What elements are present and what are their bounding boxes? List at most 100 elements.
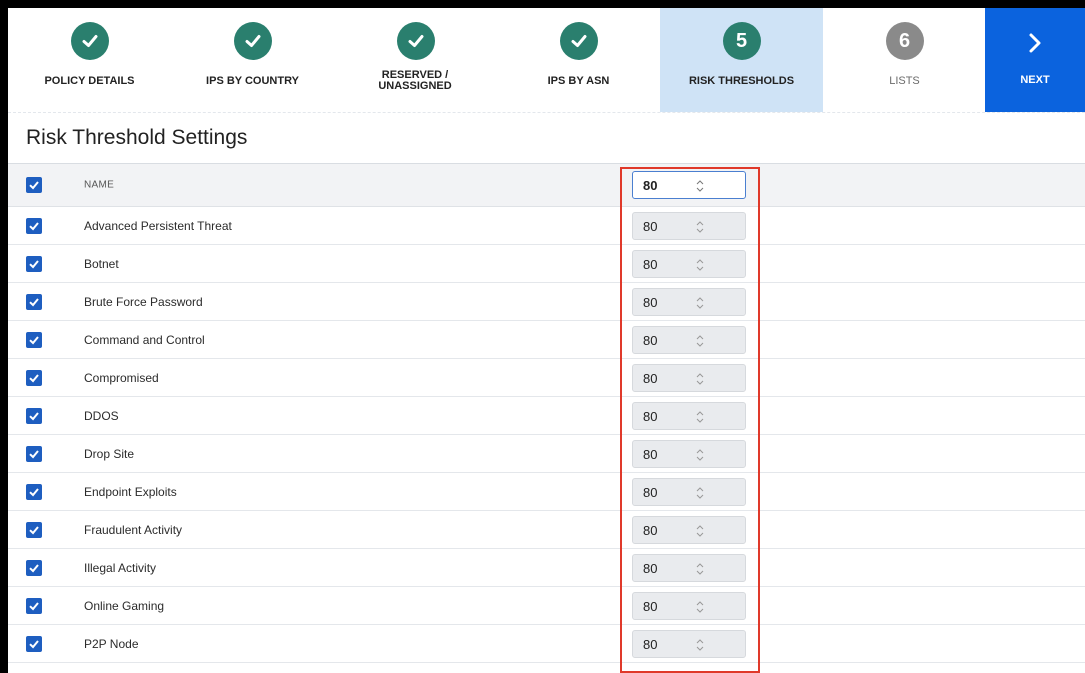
up-down-arrows-icon[interactable]	[695, 486, 705, 500]
chevron-right-icon	[1029, 33, 1041, 53]
up-down-arrows-icon[interactable]	[695, 334, 705, 348]
step-risk-thresholds[interactable]: 5 RISK THRESHOLDS	[660, 8, 823, 112]
threshold-stepper[interactable]: 80	[632, 287, 746, 316]
row-checkbox[interactable]	[26, 369, 42, 386]
up-down-arrows-icon[interactable]	[695, 258, 705, 272]
threshold-value: 80	[643, 560, 658, 576]
row-checkbox[interactable]	[26, 445, 42, 462]
threshold-stepper[interactable]: 80	[632, 629, 746, 658]
threshold-stepper[interactable]: 80	[632, 439, 746, 468]
check-icon	[29, 181, 39, 190]
table-row: Endpoint Exploits 80	[8, 473, 1085, 511]
threshold-value: 80	[643, 370, 658, 386]
check-icon	[29, 221, 39, 230]
up-down-arrows-icon[interactable]	[695, 220, 705, 234]
step-label: RESERVED / UNASSIGNED	[378, 69, 452, 92]
threshold-stepper[interactable]: 80	[632, 515, 746, 544]
table-row: Illegal Activity 80	[8, 549, 1085, 587]
threshold-value: 80	[643, 598, 658, 614]
risk-threshold-table: NAME 80 Advanced Persistent Threat 80 Botn…	[8, 164, 1085, 663]
step-label: IPS BY COUNTRY	[206, 75, 299, 87]
step-reserved-unassigned[interactable]: RESERVED / UNASSIGNED	[334, 8, 497, 112]
section-title: Risk Threshold Settings	[26, 126, 248, 149]
step-label: LISTS	[889, 75, 920, 87]
check-icon	[29, 373, 39, 382]
row-checkbox[interactable]	[26, 293, 42, 310]
up-down-arrows-icon[interactable]	[695, 296, 705, 310]
up-down-arrows-icon[interactable]	[695, 524, 705, 538]
step-label: RISK THRESHOLDS	[688, 75, 795, 87]
step-label: IPS BY ASN	[547, 75, 610, 87]
table-row: Botnet 80	[8, 245, 1085, 283]
threshold-value: 80	[643, 256, 658, 272]
threshold-stepper[interactable]: 80	[632, 553, 746, 582]
next-button[interactable]: NEXT	[985, 8, 1085, 112]
check-icon	[559, 22, 598, 60]
table-row: Compromised 80	[8, 359, 1085, 397]
category-name: Command and Control	[84, 332, 205, 347]
threshold-value: 80	[643, 294, 658, 310]
category-name: Online Gaming	[84, 598, 165, 613]
up-down-arrows-icon[interactable]	[695, 448, 705, 462]
threshold-stepper[interactable]: 80	[632, 401, 746, 430]
threshold-value: 80	[643, 408, 658, 424]
category-name: Brute Force Password	[84, 294, 203, 309]
row-checkbox[interactable]	[26, 255, 42, 272]
check-icon	[29, 297, 39, 306]
row-checkbox[interactable]	[26, 635, 42, 652]
step-ips-by-country[interactable]: IPS BY COUNTRY	[171, 8, 334, 112]
row-checkbox[interactable]	[26, 331, 42, 348]
step-ips-by-asn[interactable]: IPS BY ASN	[497, 8, 660, 112]
up-down-arrows-icon[interactable]	[695, 179, 705, 193]
wizard-steps: POLICY DETAILS IPS BY COUNTRY RESERVED /…	[8, 8, 1085, 113]
select-all-checkbox[interactable]	[26, 177, 42, 193]
threshold-value: 80	[643, 218, 658, 234]
threshold-stepper[interactable]: 80	[632, 249, 746, 278]
check-icon	[29, 411, 39, 420]
step-lists[interactable]: 6 LISTS	[823, 8, 986, 112]
wizard-window: POLICY DETAILS IPS BY COUNTRY RESERVED /…	[8, 8, 1085, 673]
row-checkbox[interactable]	[26, 521, 42, 538]
threshold-stepper[interactable]: 80	[632, 211, 746, 240]
threshold-stepper[interactable]: 80	[632, 325, 746, 354]
threshold-stepper[interactable]: 80	[632, 477, 746, 506]
category-name: Advanced Persistent Threat	[84, 218, 232, 233]
up-down-arrows-icon[interactable]	[695, 562, 705, 576]
table-row: Advanced Persistent Threat 80	[8, 207, 1085, 245]
up-down-arrows-icon[interactable]	[695, 410, 705, 424]
row-checkbox[interactable]	[26, 217, 42, 234]
threshold-value: 80	[643, 636, 658, 652]
name-column-header: NAME	[84, 179, 115, 191]
step-label: POLICY DETAILS	[44, 75, 135, 87]
threshold-value: 80	[643, 178, 658, 193]
category-name: Compromised	[84, 370, 159, 385]
table-row: Command and Control 80	[8, 321, 1085, 359]
row-checkbox[interactable]	[26, 407, 42, 424]
threshold-stepper-all[interactable]: 80	[632, 171, 746, 199]
table-row: DDOS 80	[8, 397, 1085, 435]
threshold-stepper[interactable]: 80	[632, 591, 746, 620]
check-icon	[29, 525, 39, 534]
up-down-arrows-icon[interactable]	[695, 638, 705, 652]
table-row: Online Gaming 80	[8, 587, 1085, 625]
category-name: Fraudulent Activity	[84, 522, 183, 537]
row-checkbox[interactable]	[26, 597, 42, 614]
next-label: NEXT	[1020, 74, 1050, 86]
check-icon	[29, 601, 39, 610]
row-checkbox[interactable]	[26, 483, 42, 500]
step-number-badge: 6	[885, 22, 924, 60]
check-icon	[29, 563, 39, 572]
step-number-badge: 5	[722, 22, 761, 60]
threshold-value: 80	[643, 484, 658, 500]
step-policy-details[interactable]: POLICY DETAILS	[8, 8, 171, 112]
threshold-stepper[interactable]: 80	[632, 363, 746, 392]
check-icon	[29, 639, 39, 648]
category-name: DDOS	[84, 408, 119, 423]
up-down-arrows-icon[interactable]	[695, 600, 705, 614]
row-checkbox[interactable]	[26, 559, 42, 576]
category-name: Endpoint Exploits	[84, 484, 177, 499]
category-name: Drop Site	[84, 446, 135, 461]
threshold-value: 80	[643, 332, 658, 348]
threshold-value: 80	[643, 522, 658, 538]
up-down-arrows-icon[interactable]	[695, 372, 705, 386]
